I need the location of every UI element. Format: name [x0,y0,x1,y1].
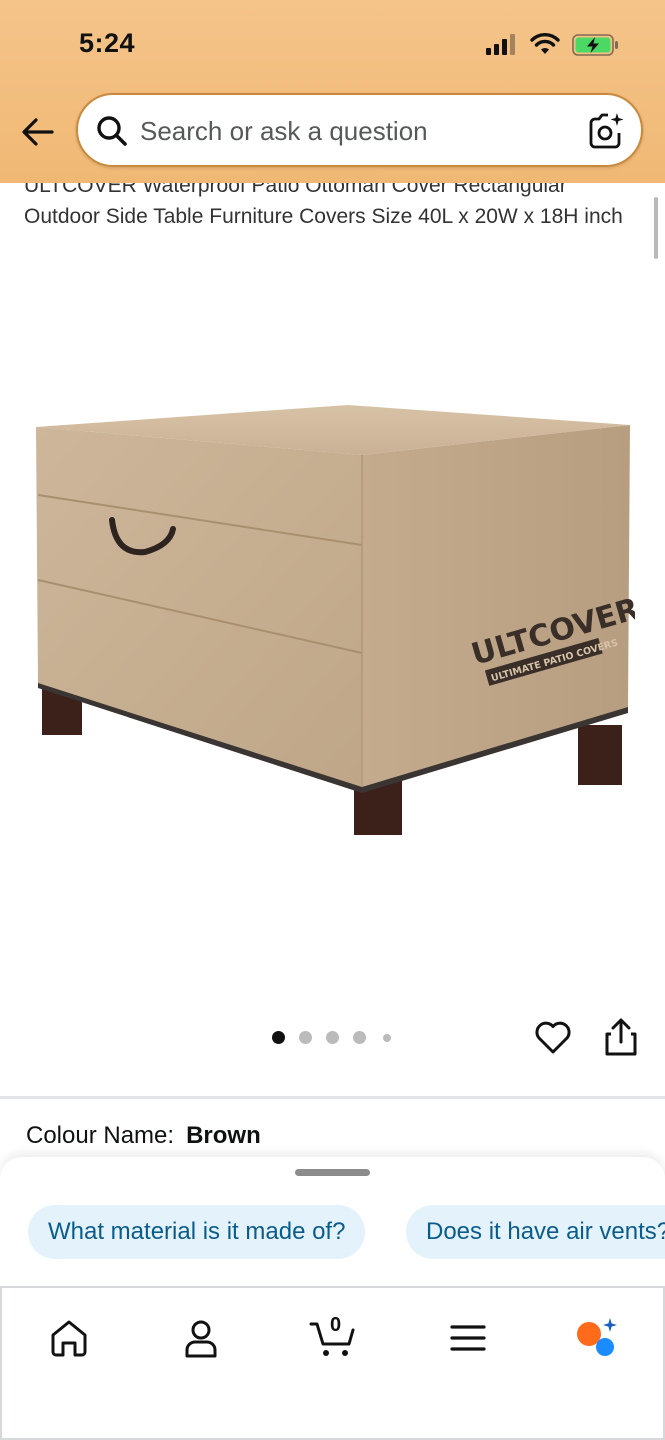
sheet-grabber[interactable] [295,1169,370,1176]
carousel-dot[interactable] [383,1034,391,1042]
app-header: 5:24 [0,0,665,183]
section-divider [0,1096,665,1099]
heart-icon[interactable] [533,1017,573,1057]
back-arrow-icon[interactable] [18,112,58,152]
colour-value: Brown [186,1122,261,1149]
status-time: 5:24 [79,28,136,58]
search-bar[interactable] [76,93,643,167]
battery-charging-icon [572,34,618,56]
search-input[interactable] [140,115,570,147]
suggestions-sheet: What material is it made of? Does it hav… [0,1157,665,1287]
carousel-dot[interactable] [353,1031,366,1044]
share-icon[interactable] [602,1016,640,1058]
colour-selector: Colour Name: Brown [26,1122,261,1150]
signal-icon [486,34,515,55]
menu-icon[interactable] [446,1316,490,1360]
suggestion-chip[interactable]: What material is it made of? [28,1205,366,1259]
status-bar: 5:24 [0,0,665,90]
cart-count: 0 [330,1314,342,1336]
user-icon[interactable] [179,1316,223,1360]
carousel-dot[interactable] [326,1031,339,1044]
camera-scan-icon[interactable] [586,111,626,151]
wifi-icon [530,33,560,54]
rufus-assistant-icon[interactable] [574,1316,618,1360]
carousel-dot[interactable] [299,1031,312,1044]
home-icon[interactable] [47,1316,91,1360]
carousel-dot[interactable] [272,1031,285,1044]
image-carousel-dots[interactable] [268,1029,398,1045]
scrollbar[interactable] [654,197,658,259]
cart-button[interactable]: 0 [309,1314,359,1360]
bottom-navigation: 0 [0,1286,665,1440]
product-image[interactable]: ULTCOVER ULTIMATE PATIO COVERS [30,395,635,845]
suggestion-chip[interactable]: Does it have air vents? [406,1205,665,1259]
colour-label: Colour Name: [26,1122,175,1149]
search-icon[interactable] [94,113,130,149]
